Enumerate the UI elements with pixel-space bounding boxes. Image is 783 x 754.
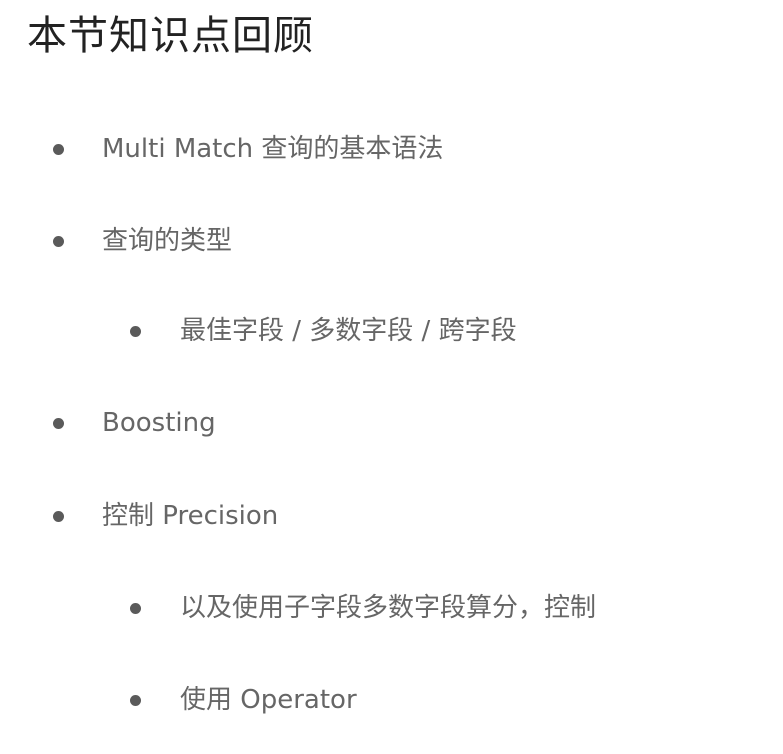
- list-item-text: 查询的类型: [102, 226, 233, 256]
- bullet-dot-icon: [130, 694, 141, 706]
- sub-list-item: 使用 Operator: [130, 680, 357, 720]
- bullet-dot-icon: [130, 602, 141, 614]
- list-item: Boosting: [53, 403, 216, 443]
- bullet-dot-icon: [130, 325, 141, 337]
- sub-list-item-text: 最佳字段 / 多数字段 / 跨字段: [180, 316, 517, 346]
- sub-list-item-text: 使用 Operator: [180, 685, 357, 715]
- sub-list-item-text: 以及使用子字段多数字段算分，控制: [180, 593, 597, 623]
- bullet-dot-icon: [53, 235, 64, 247]
- list-item: 查询的类型: [53, 221, 232, 261]
- bullet-dot-icon: [53, 143, 64, 155]
- list-item-text: Multi Match 查询的基本语法: [102, 134, 444, 164]
- bullet-dot-icon: [53, 510, 64, 522]
- list-item: Multi Match 查询的基本语法: [53, 129, 443, 169]
- bullet-dot-icon: [53, 417, 64, 429]
- list-item-text: 控制 Precision: [102, 501, 279, 531]
- list-item-text: Boosting: [102, 408, 216, 438]
- sub-list-item: 最佳字段 / 多数字段 / 跨字段: [130, 311, 517, 351]
- sub-list-item: 以及使用子字段多数字段算分，控制: [130, 588, 596, 628]
- slide-title: 本节知识点回顾: [27, 13, 314, 59]
- list-item: 控制 Precision: [53, 496, 278, 536]
